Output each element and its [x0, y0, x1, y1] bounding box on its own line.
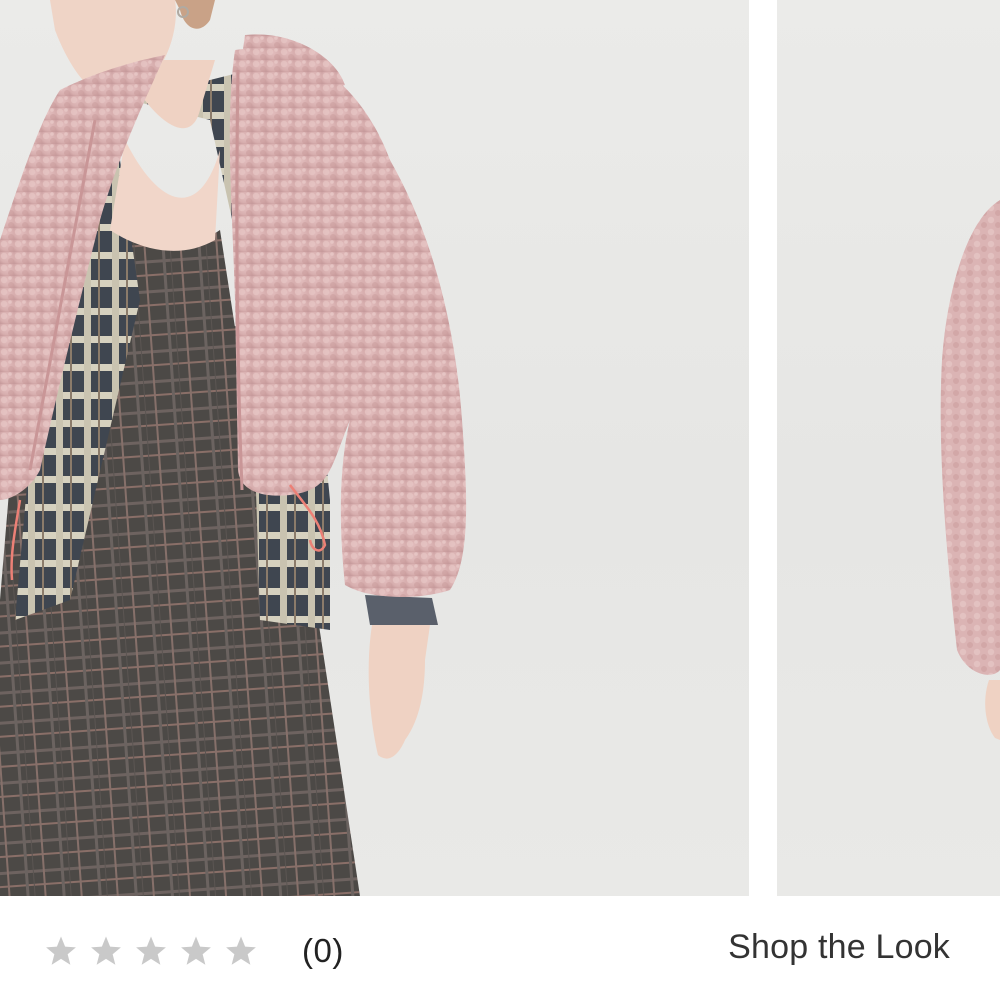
model-side-photo	[940, 200, 1000, 740]
product-image-carousel[interactable]	[0, 0, 1000, 896]
model-front-photo	[0, 0, 467, 896]
star-icon	[224, 934, 258, 968]
review-count[interactable]: (0)	[302, 932, 344, 970]
product-image-slide[interactable]	[777, 0, 1000, 896]
star-icon	[89, 934, 123, 968]
shop-the-look-link[interactable]: Shop the Look	[728, 928, 950, 967]
star-icon	[44, 934, 78, 968]
star-rating[interactable]: (0)	[44, 926, 344, 976]
product-page: (0) Shop the Look	[0, 0, 1000, 1000]
product-summary-bar: (0) Shop the Look	[0, 896, 1000, 1000]
product-image-slide[interactable]	[0, 0, 749, 896]
star-icon	[179, 934, 213, 968]
star-icon	[134, 934, 168, 968]
